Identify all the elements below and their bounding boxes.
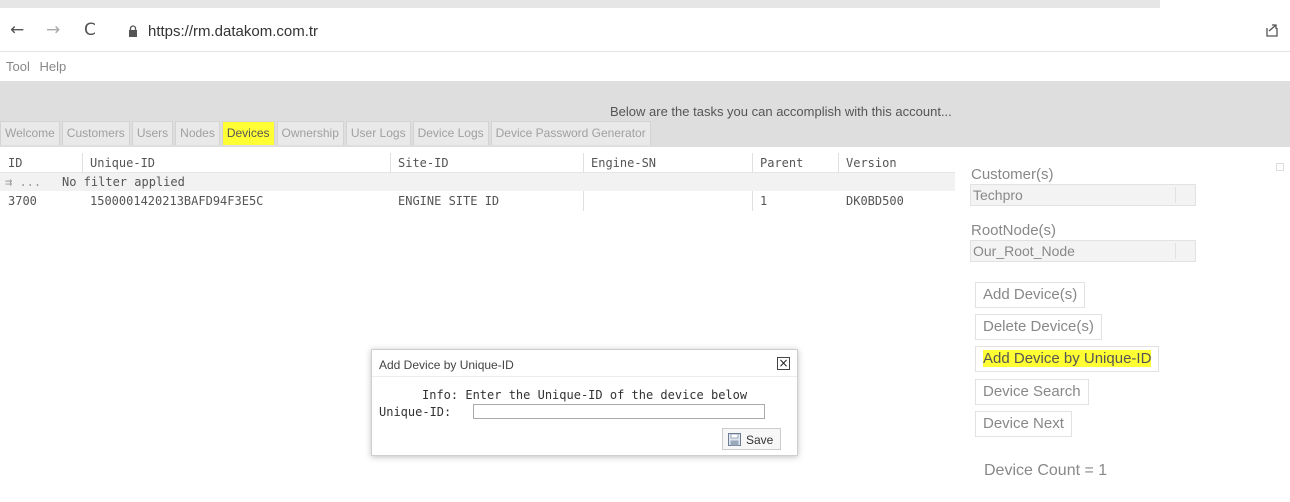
customer-label: Customer(s) [971, 166, 1054, 183]
url-text[interactable]: https://rm.datakom.com.tr [148, 23, 318, 40]
tab-user-logs[interactable]: User Logs [345, 121, 411, 145]
save-label: Save [746, 433, 774, 447]
customer-select[interactable]: Techpro [970, 184, 1196, 206]
table-row[interactable]: 3700 1500001420213BAFD94F3E5C ENGINE SIT… [0, 191, 955, 211]
tab-users[interactable]: Users [131, 121, 174, 145]
device-count: Device Count = 1 [984, 462, 1108, 479]
dialog-title: Add Device by Unique-ID [379, 358, 514, 372]
dialog-title-bar[interactable]: Add Device by Unique-ID × [372, 350, 797, 377]
add-device-dialog: Add Device by Unique-ID × Info: Enter th… [371, 349, 798, 456]
share-icon[interactable] [1264, 22, 1280, 38]
menu-item-help[interactable]: Help [39, 59, 66, 74]
add-devices-button[interactable]: Add Device(s) [975, 282, 1086, 308]
tab-nodes[interactable]: Nodes [175, 121, 220, 145]
add-device-by-unique-id-label: Add Device by Unique-ID [983, 350, 1152, 367]
menu-bar: Tool Help [6, 59, 72, 74]
cell-id: 3700 [8, 194, 37, 208]
column-separator[interactable] [838, 153, 839, 173]
save-button[interactable]: Save [722, 428, 781, 450]
column-header-version[interactable]: Version [846, 156, 897, 170]
browser-divider [0, 51, 1290, 52]
delete-devices-button[interactable]: Delete Device(s) [975, 314, 1102, 340]
cell-site-id: ENGINE SITE ID [398, 194, 500, 208]
column-header-unique-id[interactable]: Unique-ID [90, 156, 155, 170]
device-next-button[interactable]: Device Next [975, 411, 1072, 437]
filter-icon[interactable]: ⇉ ... [5, 175, 41, 189]
tab-customers[interactable]: Customers [61, 121, 130, 145]
unique-id-input[interactable] [473, 404, 765, 419]
browser-top-strip [0, 0, 1160, 8]
column-separator [583, 191, 584, 211]
column-header-parent[interactable]: Parent [760, 156, 803, 170]
customer-value: Techpro [973, 187, 1023, 203]
tab-device-password-generator[interactable]: Device Password Generator [490, 121, 651, 145]
cell-parent: 1 [760, 194, 768, 208]
banner-message: Below are the tasks you can accomplish w… [610, 104, 952, 119]
rootnode-label: RootNode(s) [971, 222, 1057, 239]
unique-id-label: Unique-ID: [379, 405, 452, 419]
back-arrow-icon[interactable]: ← [10, 20, 24, 40]
column-header-id[interactable]: ID [8, 156, 22, 170]
customer-dropdown-arrow-icon[interactable] [1175, 187, 1191, 203]
column-separator [752, 191, 753, 211]
floppy-disk-icon [728, 433, 741, 446]
column-separator[interactable] [82, 153, 83, 173]
collapse-toggle[interactable] [1276, 163, 1284, 171]
rootnode-select[interactable]: Our_Root_Node [970, 240, 1196, 262]
column-separator[interactable] [390, 153, 391, 173]
cell-version: DK0BD500 [846, 194, 904, 208]
add-device-by-unique-id-button[interactable]: Add Device by Unique-ID [975, 346, 1160, 372]
forward-arrow-icon[interactable]: → [46, 20, 60, 40]
column-header-engine-sn[interactable]: Engine-SN [591, 156, 656, 170]
tab-devices[interactable]: Devices [221, 121, 275, 145]
reload-icon[interactable]: C [84, 20, 96, 40]
grid-filter-row[interactable]: ⇉ ... No filter applied [0, 173, 955, 191]
task-banner: Below are the tasks you can accomplish w… [0, 81, 1290, 147]
tab-bar: Welcome Customers Users Nodes Devices Ow… [0, 121, 653, 147]
column-separator[interactable] [752, 153, 753, 173]
cell-unique-id: 1500001420213BAFD94F3E5C [90, 194, 264, 208]
tab-welcome[interactable]: Welcome [0, 121, 60, 145]
device-search-button[interactable]: Device Search [975, 379, 1089, 405]
rootnode-value: Our_Root_Node [973, 243, 1075, 259]
dialog-info-text: Info: Enter the Unique-ID of the device … [422, 388, 748, 402]
browser-address-bar: ← → C https://rm.datakom.com.tr [0, 16, 1290, 50]
menu-item-tool[interactable]: Tool [6, 59, 30, 74]
grid-header-row: ID Unique-ID Site-ID Engine-SN Parent Ve… [0, 153, 955, 173]
close-icon[interactable]: × [777, 357, 790, 370]
lock-icon [129, 25, 137, 37]
rootnode-dropdown-arrow-icon[interactable] [1175, 243, 1191, 259]
devices-grid: ID Unique-ID Site-ID Engine-SN Parent Ve… [0, 153, 955, 211]
column-separator[interactable] [583, 153, 584, 173]
filter-status: No filter applied [62, 175, 185, 189]
column-header-site-id[interactable]: Site-ID [398, 156, 449, 170]
tab-device-logs[interactable]: Device Logs [412, 121, 489, 145]
tab-ownership[interactable]: Ownership [276, 121, 344, 145]
